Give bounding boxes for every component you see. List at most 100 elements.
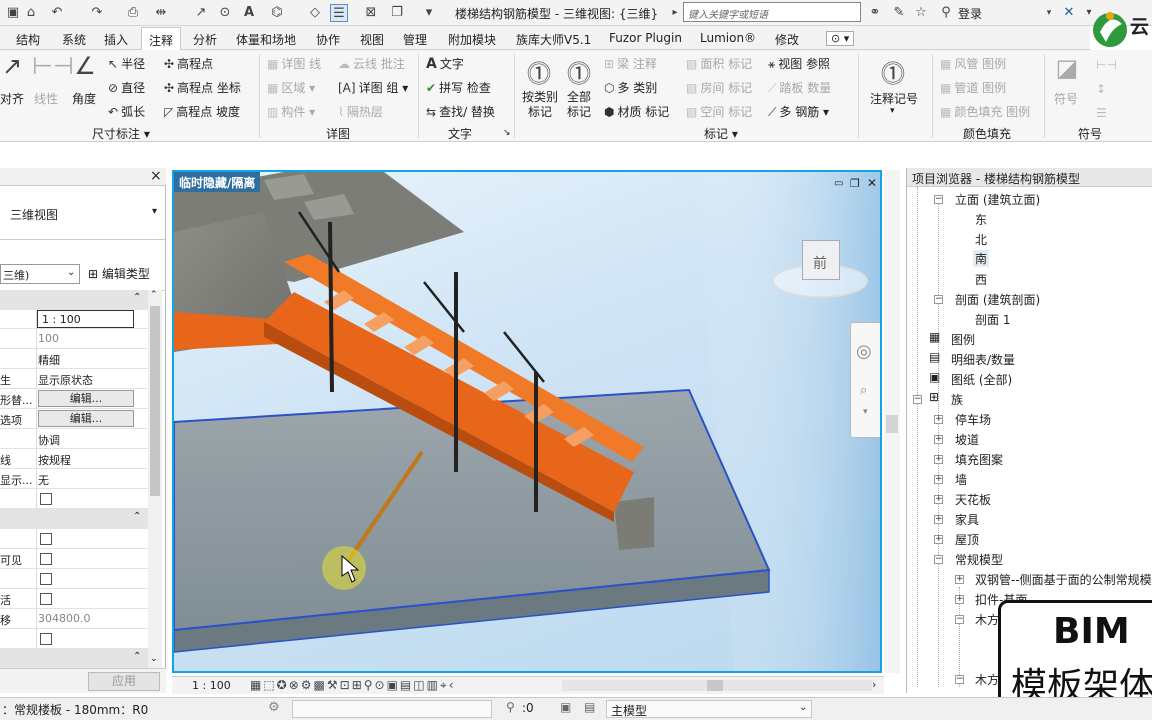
prop-row-checkbox-1[interactable] [0,489,148,509]
tab-extra-dropdown[interactable]: ⊙ ▾ [826,31,855,46]
symbol-button[interactable]: 符号 [1054,90,1078,107]
tab-modify[interactable]: 修改 [775,31,799,48]
text-button[interactable]: A 文字 [426,55,464,72]
type-dropdown-icon[interactable]: ▾ [152,206,157,217]
prop-row-scale[interactable]: 1 : 100 [0,309,148,329]
beam-annotation-button[interactable]: ⊞ 梁 注释 [604,55,657,72]
apply-button[interactable]: 应用 [88,672,160,691]
binoculars-icon[interactable]: ⚭ [866,4,884,22]
undo-icon[interactable]: ↶ [48,4,66,22]
tab-fuzor-plugin[interactable]: Fuzor Plugin [609,31,682,45]
arc-length-dimension-button[interactable]: ↶ 弧长 [108,103,145,120]
aligned-dimension-button[interactable]: 对齐 [0,90,24,107]
tree-collapse-icon[interactable]: − [913,395,922,404]
tree-item-families[interactable]: 族 [951,391,963,408]
switch-windows-icon[interactable]: ❐ [388,4,406,22]
section-graphics[interactable]: ⌃ [0,290,148,310]
tree-collapse-icon[interactable]: − [934,295,943,304]
zoom-region-icon[interactable]: ⌕ [860,383,867,398]
spot-slope-button[interactable]: ◸ 高程点 坡度 [164,103,240,120]
prop-row-detail-level[interactable]: 精细 [0,349,148,369]
text-settings-arrow-icon[interactable]: ↘ [503,128,511,138]
tree-item-section-1[interactable]: 剖面 1 [975,311,1010,328]
tree-item-ceilings[interactable]: 天花板 [955,491,991,508]
scale-field[interactable]: 1 : 100 [37,310,134,328]
scroll-thumb[interactable] [150,306,160,496]
span-direction-icon[interactable]: ⊢⊣ [1096,58,1117,72]
material-tag-button[interactable]: ⬢ 材质 标记 [604,103,669,120]
tree-item-fill-patterns[interactable]: 填充图案 [955,451,1003,468]
pipe-legend-button[interactable]: ▦ 管道 图例 [940,79,1006,96]
linear-dimension-button[interactable]: 线性 [34,90,58,107]
tree-item-walls[interactable]: 墙 [955,471,967,488]
close-hidden-icon[interactable]: ⊠ [362,4,380,22]
collapse-icon[interactable]: ⌃ [133,292,141,303]
tab-analyze[interactable]: 分析 [193,31,217,48]
view-instance-select[interactable]: 三维) ⌄ [0,264,80,284]
detail-line-button[interactable]: ▦ 详图 线 [267,55,321,72]
tree-item-north[interactable]: 北 [975,231,987,248]
prop-row-crop-visible[interactable]: 可见 [0,549,148,569]
prop-row-scale-value[interactable]: 100 [0,329,148,349]
tree-collapse-icon[interactable]: − [934,555,943,564]
duct-legend-button[interactable]: ▦ 风管 图例 [940,55,1006,72]
worksets-icon[interactable]: ⚙ [268,700,280,715]
tree-item-sections[interactable]: 剖面 (建筑剖面) [955,291,1040,308]
checkbox[interactable] [40,553,52,565]
area-tag-button[interactable]: ▧ 面积 标记 [686,55,752,72]
prop-row-offset[interactable]: 移 304800.0 [0,609,148,629]
favorites-star-icon[interactable]: ☆ [912,4,930,22]
radius-dimension-button[interactable]: ↖ 半径 [108,55,145,72]
room-tag-button[interactable]: ▧ 房间 标记 [686,79,752,96]
region-button[interactable]: ▦ 区域 ▾ [267,79,315,96]
prop-row-checkbox-3[interactable] [0,569,148,589]
checkbox[interactable] [40,573,52,585]
tab-massing-site[interactable]: 体量和场地 [236,31,296,48]
tree-expand-icon[interactable]: + [934,535,943,544]
find-replace-button[interactable]: ⇆ 查找/ 替换 [426,103,495,120]
tree-item-parking[interactable]: 停车场 [955,411,991,428]
prop-row-checkbox-4[interactable] [0,629,148,649]
prop-row-visibility-overrides[interactable]: 形替... 编辑... [0,389,148,409]
tab-insert[interactable]: 插入 [104,31,128,48]
view-control-icons[interactable]: ▦⬚✪⊗⚙▩⚒⊡⊞⚲⊙▣▤◫▥⌖‹ [250,678,456,693]
beam-system-icon[interactable]: ↕ [1096,82,1106,96]
tree-item-legends[interactable]: 图例 [951,331,975,348]
tree-collapse-icon[interactable]: − [955,615,964,624]
tree-expand-icon[interactable]: + [934,515,943,524]
collapse-icon[interactable]: ⌃ [133,511,141,522]
type-selector[interactable]: 三维视图 ▾ [0,188,166,240]
3d-view-icon[interactable]: ⌬ [268,4,286,22]
prop-row-discipline[interactable]: 协调 [0,429,148,449]
tree-collapse-icon[interactable]: − [955,675,964,684]
tree-item-generic-models[interactable]: 常规模型 [955,551,1003,568]
scroll-thumb[interactable] [707,680,723,691]
tree-item-ramps[interactable]: 坡道 [955,431,979,448]
tab-manage[interactable]: 管理 [403,31,427,48]
view-scale[interactable]: 1 : 100 [192,679,231,692]
prop-row-display-options[interactable]: 选项 编辑... [0,409,148,429]
tree-expand-icon[interactable]: + [955,595,964,604]
dimension-icon[interactable]: ↗ [192,4,210,22]
tree-item-elevations[interactable]: 立面 (建筑立面) [955,191,1040,208]
spot-elevation-button[interactable]: ✣ 高程点 [164,55,213,72]
communication-icon[interactable]: ✎ [890,4,908,22]
tab-annotate[interactable]: 注释 [141,27,182,51]
tab-collaborate[interactable]: 协作 [316,31,340,48]
scroll-up-icon[interactable]: ⌃ [150,290,158,300]
tag-group-title[interactable]: 标记 ▾ [704,125,738,142]
multi-rebar-button[interactable]: ⟋ 多 钢筋 ▾ [768,103,829,120]
tree-item-schedules[interactable]: 明细表/数量 [951,351,1015,368]
workset-select[interactable] [292,700,492,718]
login-dropdown-icon[interactable]: ▾ [1040,4,1058,22]
edit-button[interactable]: 编辑... [38,390,134,407]
scroll-right-icon[interactable]: › [872,678,876,691]
tree-expand-icon[interactable]: + [934,475,943,484]
prop-row-checkbox-2[interactable] [0,529,148,549]
viewcube-face-front[interactable]: 前 [802,240,840,280]
detail-group-button[interactable]: [A] 详图 组 ▾ [338,79,408,96]
text-icon[interactable]: A [240,4,258,22]
tree-item-furniture[interactable]: 家具 [955,511,979,528]
close-view-icon[interactable]: ✕ [867,176,877,190]
chevron-right-icon[interactable]: ▸ [666,4,684,22]
